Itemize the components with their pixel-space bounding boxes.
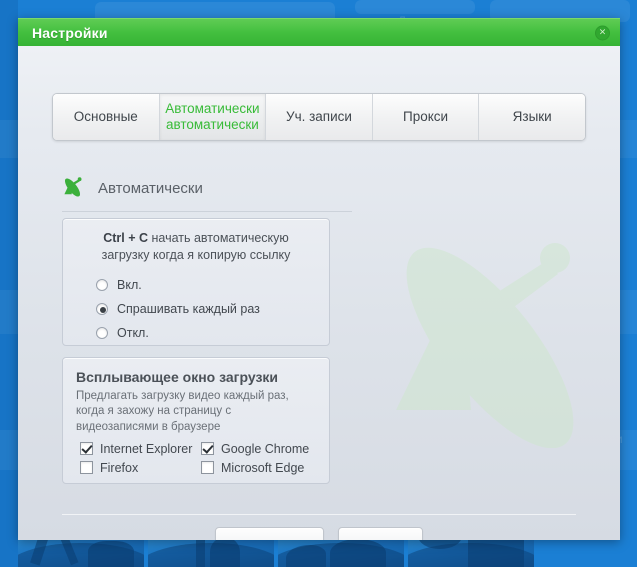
- footer-divider: [62, 514, 576, 515]
- tab-label: Автоматически: [165, 101, 259, 117]
- radio-label: Откл.: [117, 326, 149, 340]
- radio-indicator: [96, 327, 108, 339]
- checkbox-indicator-checked: [80, 442, 93, 455]
- radio-indicator: [96, 279, 108, 291]
- footer-buttons: Сохранить Отмена: [18, 527, 620, 540]
- tab-proksi[interactable]: Прокси: [373, 94, 480, 140]
- save-button[interactable]: Сохранить: [215, 527, 324, 540]
- tab-label-secondary: автоматически: [165, 117, 259, 133]
- checkbox-label: Firefox: [100, 461, 138, 475]
- tab-label: Уч. записи: [286, 109, 352, 125]
- checkbox-internet-explorer[interactable]: Internet Explorer: [80, 442, 195, 456]
- tab-label: Основные: [74, 109, 138, 125]
- checkbox-firefox[interactable]: Firefox: [80, 461, 195, 475]
- dialog-title: Настройки: [32, 25, 108, 41]
- satellite-dish-icon: [62, 176, 86, 200]
- checkbox-label: Internet Explorer: [100, 442, 192, 456]
- radio-option-ask-every-time[interactable]: Спрашивать каждый раз: [96, 297, 316, 321]
- download-popup-group: Всплывающее окно загрузки Предлагать заг…: [62, 357, 330, 484]
- close-icon[interactable]: ×: [595, 25, 610, 40]
- hotkey-combo: Ctrl + C: [103, 231, 148, 245]
- tab-yazyki[interactable]: Языки: [479, 94, 585, 140]
- radio-option-otkl[interactable]: Откл.: [96, 321, 316, 345]
- checkbox-indicator: [201, 461, 214, 474]
- checkbox-microsoft-edge[interactable]: Microsoft Edge: [201, 461, 316, 475]
- satellite-dish-watermark-icon: [370, 218, 620, 448]
- background-panel: [355, 0, 475, 14]
- tab-label: Языки: [513, 109, 552, 125]
- tab-label: Прокси: [403, 109, 448, 125]
- radio-option-vkl[interactable]: Вкл.: [96, 273, 316, 297]
- settings-dialog: Настройки × Основные Автоматически автом…: [18, 18, 620, 540]
- settings-tabs: Основные Автоматически автоматически Уч.…: [52, 93, 586, 141]
- browser-checkbox-grid: Internet Explorer Google Chrome Firefox …: [80, 442, 316, 475]
- hotkey-radio-group: Вкл. Спрашивать каждый раз Откл.: [76, 273, 316, 345]
- dialog-titlebar: Настройки ×: [18, 18, 620, 46]
- popup-group-description: Предлагать загрузку видео каждый раз, ко…: [76, 389, 316, 435]
- background-left-rail: [0, 0, 18, 567]
- checkbox-label: Google Chrome: [221, 442, 309, 456]
- section-header: Автоматически: [62, 176, 352, 212]
- tab-uch-zapisi[interactable]: Уч. записи: [266, 94, 373, 140]
- hotkey-group: Ctrl + C начать автоматическую загрузку …: [62, 218, 330, 346]
- checkbox-indicator: [80, 461, 93, 474]
- section-title: Автоматически: [98, 180, 203, 197]
- checkbox-indicator-checked: [201, 442, 214, 455]
- cancel-button[interactable]: Отмена: [338, 527, 422, 540]
- popup-group-title: Всплывающее окно загрузки: [76, 369, 316, 385]
- tab-avtomaticheski[interactable]: Автоматически автоматически: [160, 94, 267, 140]
- radio-indicator-selected: [96, 303, 108, 315]
- checkbox-label: Microsoft Edge: [221, 461, 304, 475]
- tab-osnovnye[interactable]: Основные: [53, 94, 160, 140]
- checkbox-google-chrome[interactable]: Google Chrome: [201, 442, 316, 456]
- radio-label: Вкл.: [117, 278, 142, 292]
- hotkey-group-title: Ctrl + C начать автоматическую загрузку …: [76, 230, 316, 264]
- radio-label: Спрашивать каждый раз: [117, 302, 260, 316]
- dialog-body: Основные Автоматически автоматически Уч.…: [18, 46, 620, 540]
